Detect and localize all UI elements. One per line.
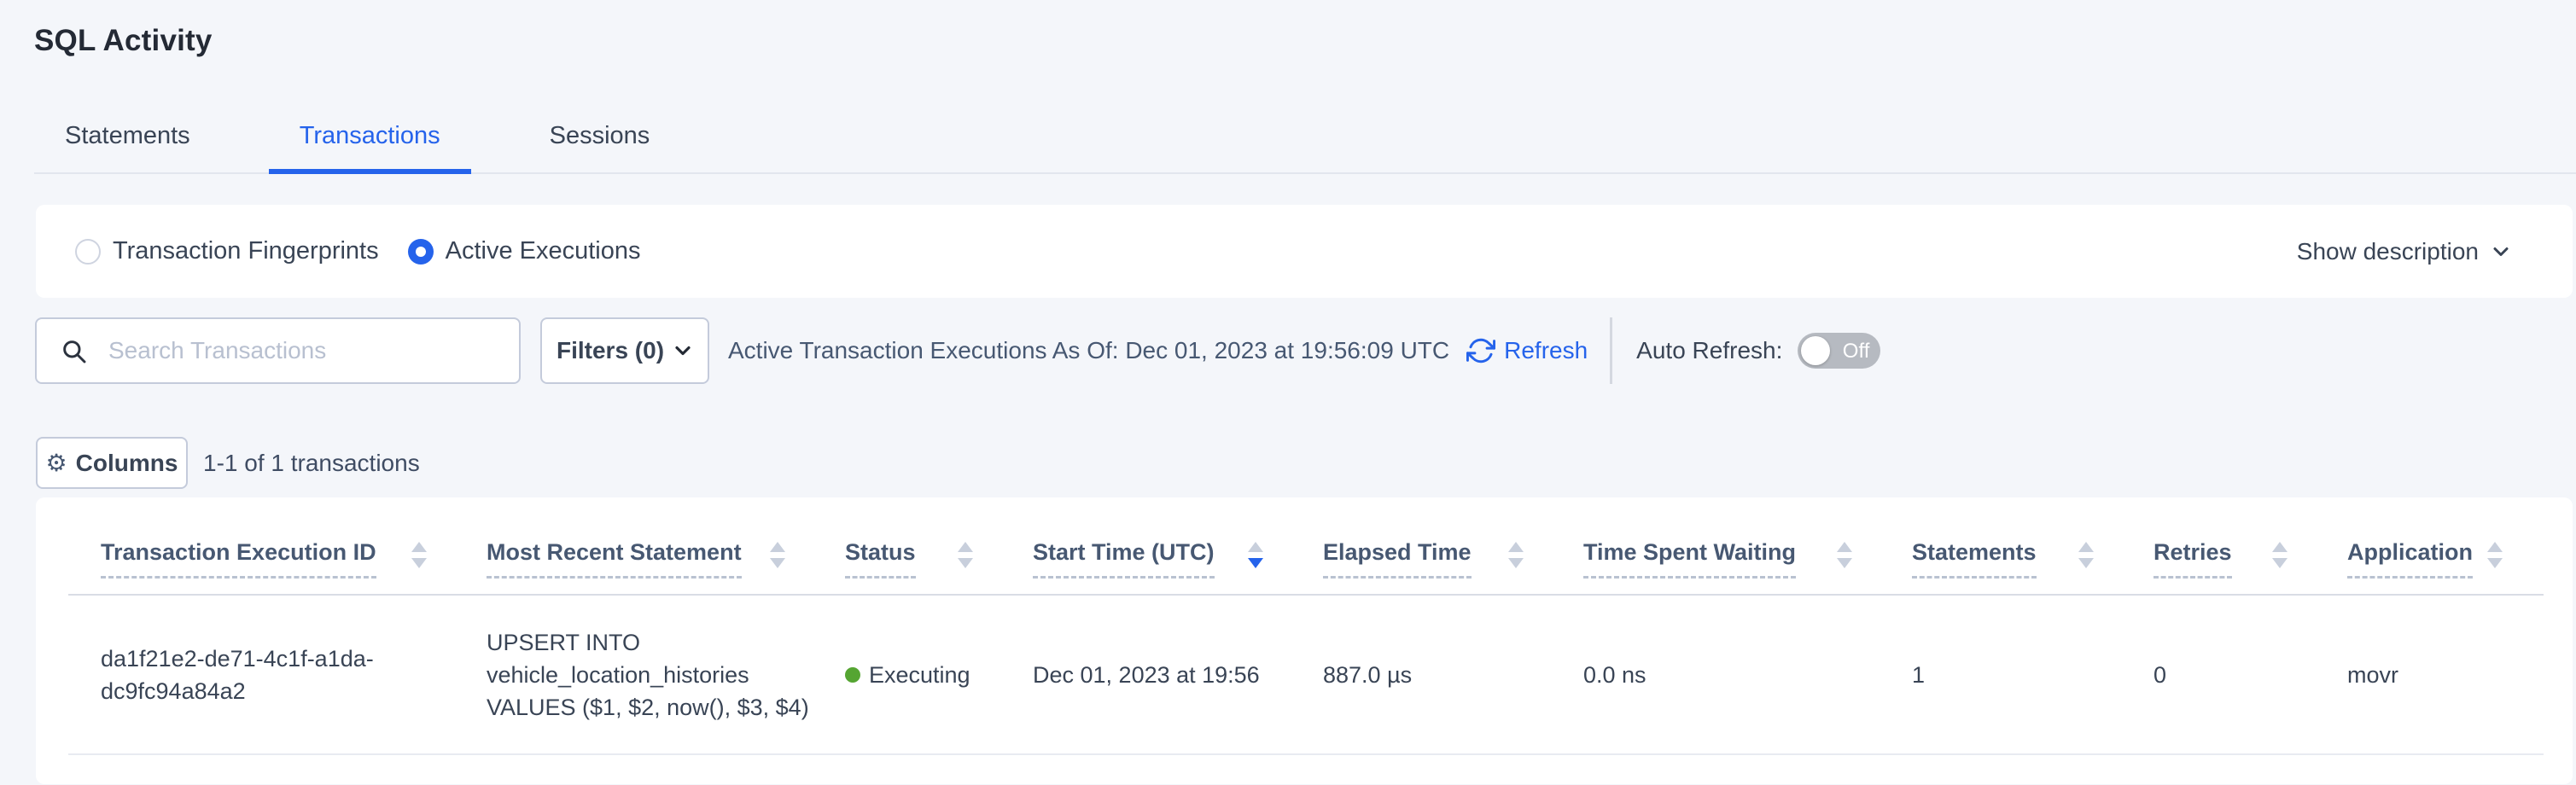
show-description-label[interactable]: Show description [2297, 238, 2479, 265]
radio-label[interactable]: Active Executions [446, 237, 641, 265]
retries-cell: 0 [2153, 659, 2347, 691]
column-header-application[interactable]: Application [2347, 497, 2544, 594]
sort-icon[interactable] [411, 542, 427, 568]
gear-icon: ⚙ [46, 451, 67, 475]
search-input[interactable] [35, 317, 521, 384]
radio-active-executions[interactable]: Active Executions [408, 237, 641, 265]
column-header-status[interactable]: Status [845, 497, 1033, 594]
page-title: SQL Activity [34, 22, 2576, 60]
sort-icon[interactable] [958, 542, 973, 568]
table-controls: ⚙ Columns 1-1 of 1 transactions [36, 437, 2573, 489]
application-cell: movr [2347, 659, 2544, 691]
column-header-elapsed-time[interactable]: Elapsed Time [1323, 497, 1583, 594]
transactions-toolbar: Filters (0) Active Transaction Execution… [35, 317, 2573, 384]
refresh-label[interactable]: Refresh [1504, 337, 1588, 364]
elapsed-time-cell: 887.0 µs [1323, 659, 1583, 691]
sort-icon[interactable] [1837, 542, 1852, 568]
filters-label: Filters (0) [557, 337, 664, 364]
executing-status-dot-icon [845, 667, 860, 683]
radio-label[interactable]: Transaction Fingerprints [113, 237, 379, 265]
radio-unselected-icon[interactable] [75, 239, 101, 265]
table-row[interactable]: da1f21e2-de71-4c1f-a1da-dc9fc94a84a2 UPS… [68, 596, 2544, 755]
filters-button[interactable]: Filters (0) [540, 317, 709, 384]
as-of-timestamp: Active Transaction Executions As Of: Dec… [728, 337, 1449, 364]
tab-statements[interactable]: Statements [34, 121, 221, 174]
column-header-statements[interactable]: Statements [1912, 497, 2153, 594]
sort-icon[interactable] [2487, 542, 2503, 568]
column-header-start-time[interactable]: Start Time (UTC) [1033, 497, 1323, 594]
refresh-button[interactable]: Refresh [1466, 336, 1588, 365]
auto-refresh-label: Auto Refresh: [1636, 337, 1782, 364]
sort-icon[interactable] [2078, 542, 2094, 568]
sql-activity-tabs: Statements Transactions Sessions [34, 121, 2576, 174]
search-box [35, 317, 521, 384]
sort-icon[interactable] [1508, 542, 1524, 568]
chevron-down-icon [2491, 241, 2511, 262]
toggle-state-label: Off [1843, 340, 1870, 363]
chevron-down-icon [673, 340, 693, 361]
radio-transaction-fingerprints[interactable]: Transaction Fingerprints [75, 237, 379, 265]
status-cell: Executing [845, 659, 1033, 691]
columns-label: Columns [76, 450, 178, 477]
refresh-icon [1466, 336, 1495, 365]
tab-sessions[interactable]: Sessions [519, 121, 681, 174]
sort-icon-active-desc[interactable] [1248, 542, 1263, 568]
columns-button[interactable]: ⚙ Columns [36, 437, 188, 489]
column-header-most-recent-statement[interactable]: Most Recent Statement [487, 497, 845, 594]
tab-transactions[interactable]: Transactions [269, 121, 471, 174]
start-time-cell: Dec 01, 2023 at 19:56 [1033, 659, 1323, 691]
auto-refresh-toggle[interactable]: Off [1798, 333, 1880, 369]
view-mode-card: Transaction Fingerprints Active Executio… [36, 205, 2573, 298]
column-header-transaction-execution-id[interactable]: Transaction Execution ID [101, 497, 487, 594]
show-description-toggle[interactable]: Show description [2297, 238, 2511, 265]
transaction-execution-id-cell[interactable]: da1f21e2-de71-4c1f-a1da-dc9fc94a84a2 [101, 643, 417, 707]
statements-count-cell: 1 [1912, 659, 2153, 691]
search-icon [61, 338, 88, 365]
most-recent-statement-cell: UPSERT INTO vehicle_location_histories V… [487, 626, 821, 724]
radio-selected-icon[interactable] [408, 239, 434, 265]
table-header-row: Transaction Execution ID Most Recent Sta… [68, 497, 2544, 596]
status-label: Executing [869, 659, 970, 691]
column-header-retries[interactable]: Retries [2153, 497, 2347, 594]
sort-icon[interactable] [770, 542, 785, 568]
toolbar-divider [1610, 317, 1612, 384]
toggle-knob[interactable] [1801, 336, 1830, 365]
column-header-time-spent-waiting[interactable]: Time Spent Waiting [1583, 497, 1912, 594]
sort-icon[interactable] [2272, 542, 2288, 568]
result-count: 1-1 of 1 transactions [203, 450, 420, 477]
time-spent-waiting-cell: 0.0 ns [1583, 659, 1912, 691]
transactions-table-card: Transaction Execution ID Most Recent Sta… [36, 497, 2573, 784]
